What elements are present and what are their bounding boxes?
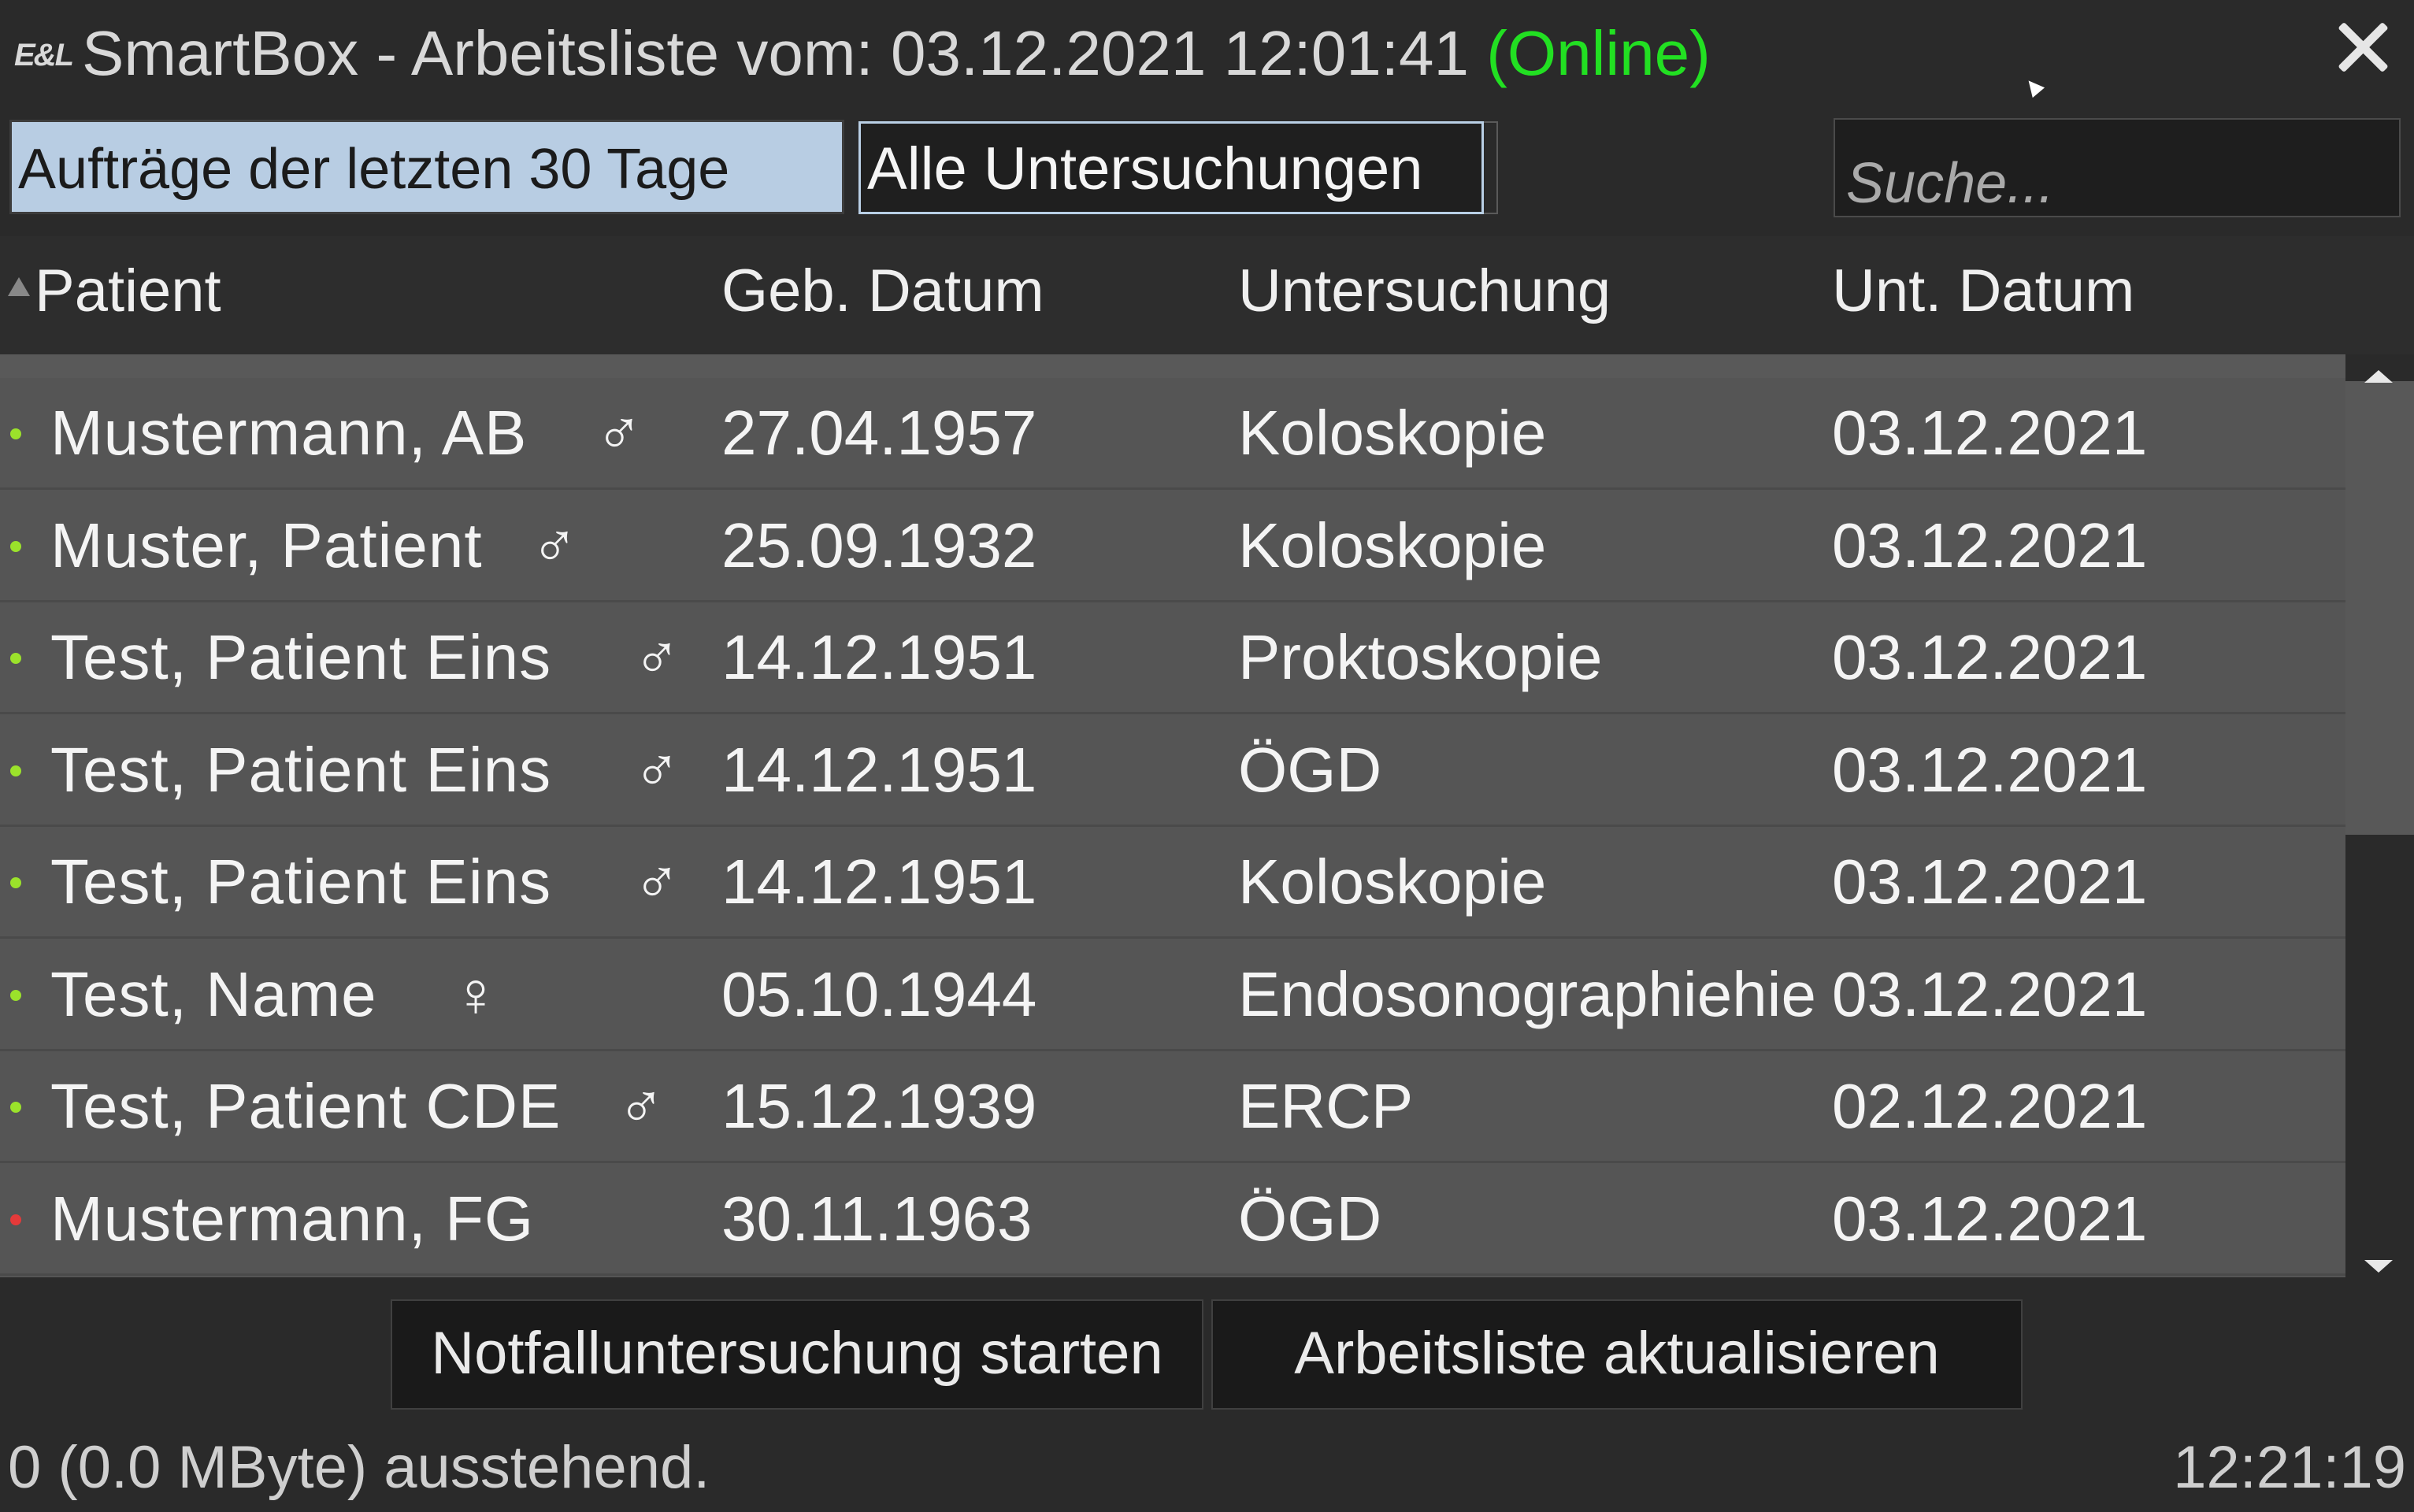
birth-date: 27.04.1957	[721, 398, 1037, 468]
male-icon: ♂	[531, 510, 578, 580]
birth-date: 25.09.1932	[721, 510, 1037, 580]
scrollbar-thumb[interactable]	[2345, 381, 2414, 835]
column-header-birthdate[interactable]: Geb. Datum	[721, 257, 1044, 325]
patient-name: Test, Patient Eins	[50, 734, 552, 805]
status-dot-icon	[10, 1214, 21, 1225]
window-title-text: SmartBox - Arbeitsliste vom: 03.12.2021 …	[82, 18, 1469, 88]
examination: ÖGD	[1238, 734, 1382, 805]
exam-date: 03.12.2021	[1832, 958, 2148, 1029]
examination: Koloskopie	[1238, 847, 1547, 917]
birth-date: 30.11.1963	[721, 1183, 1033, 1254]
exam-type-filter-dropdown[interactable]: Alle Untersuchungen	[858, 121, 1484, 214]
table-partial-row	[0, 354, 2345, 380]
scroll-down-icon[interactable]	[2364, 1260, 2393, 1273]
birth-date: 14.12.1951	[721, 734, 1037, 805]
status-dot-icon	[10, 989, 21, 1001]
status-dot-icon	[10, 877, 21, 888]
male-icon: ♂	[617, 1071, 665, 1141]
patient-name: Test, Patient Eins	[50, 622, 552, 692]
start-emergency-exam-button[interactable]: Notfalluntersuchung starten	[391, 1299, 1203, 1410]
table-row[interactable]: Mustermann, FG 30.11.1963 ÖGD 03.12.2021	[0, 1163, 2345, 1276]
birth-date: 14.12.1951	[721, 622, 1037, 692]
patient-name: Mustermann, AB	[50, 398, 528, 468]
examination: Koloskopie	[1238, 510, 1547, 580]
sort-ascending-icon	[8, 277, 30, 296]
clock: 12:21:19	[2173, 1434, 2406, 1501]
refresh-worklist-button[interactable]: Arbeitsliste aktualisieren	[1211, 1299, 2023, 1410]
column-header-patient[interactable]: Patient	[35, 257, 221, 325]
exam-date: 03.12.2021	[1832, 398, 2148, 468]
window-title: SmartBox - Arbeitsliste vom: 03.12.2021 …	[82, 17, 1711, 90]
column-header-examination[interactable]: Untersuchung	[1238, 257, 1611, 325]
table-row[interactable]: Test, Patient Eins ♂ 14.12.1951 Koloskopie 0…	[0, 827, 2345, 939]
table-row[interactable]: Test, Patient CDE ♂ 15.12.1939 ERCP 02.12.20…	[0, 1051, 2345, 1163]
exam-date: 03.12.2021	[1832, 1183, 2148, 1254]
patient-name: Test, Patient Eins	[50, 847, 552, 917]
search-input[interactable]: Suche...	[1834, 118, 2401, 217]
table-row[interactable]: Mustermann, AB ♂ 27.04.1957 Koloskopie 03.12…	[0, 378, 2345, 490]
status-dot-icon	[10, 540, 21, 552]
male-icon: ♂	[633, 847, 680, 917]
birth-date: 05.10.1944	[721, 958, 1037, 1029]
pending-status-text: 0 (0.0 MByte) ausstehend.	[8, 1434, 710, 1501]
table-row[interactable]: Test, Name ♀ 05.10.1944 Endosonographiehie 0…	[0, 939, 2345, 1051]
examination: ÖGD	[1238, 1183, 1382, 1254]
examination: Proktoskopie	[1238, 622, 1603, 692]
patient-name: Test, Patient CDE	[50, 1071, 562, 1141]
status-dot-icon	[10, 428, 21, 439]
scroll-up-icon[interactable]	[2364, 370, 2393, 383]
exam-date: 03.12.2021	[1832, 847, 2148, 917]
table-row[interactable]: Test, Patient Eins ♂ 14.12.1951 ÖGD 03.12.20…	[0, 714, 2345, 827]
column-header-exam-date[interactable]: Unt. Datum	[1832, 257, 2134, 325]
patient-name: Mustermann, FG	[50, 1183, 535, 1254]
status-dot-icon	[10, 1102, 21, 1113]
patient-name: Muster, Patient	[50, 510, 483, 580]
exam-date: 03.12.2021	[1832, 510, 2148, 580]
connection-status: (Online)	[1486, 18, 1711, 88]
birth-date: 14.12.1951	[721, 847, 1037, 917]
status-dot-icon	[10, 653, 21, 664]
exam-filter-edge	[1484, 121, 1498, 214]
patient-name: Test, Name	[50, 958, 377, 1029]
table-row[interactable]: Test, Patient Eins ♂ 14.12.1951 Proktoskopi…	[0, 602, 2345, 714]
app-logo: E&L	[14, 38, 74, 72]
male-icon: ♂	[633, 734, 680, 805]
examination: Endosonographiehie	[1238, 958, 1816, 1029]
examination: ERCP	[1238, 1071, 1414, 1141]
male-icon: ♂	[633, 622, 680, 692]
period-filter-dropdown[interactable]: Aufträge der letzten 30 Tage	[9, 120, 844, 214]
status-dot-icon	[10, 765, 21, 776]
female-icon: ♀	[452, 958, 499, 1029]
exam-date: 03.12.2021	[1832, 734, 2148, 805]
birth-date: 15.12.1939	[721, 1071, 1037, 1141]
exam-date: 02.12.2021	[1832, 1071, 2148, 1141]
examination: Koloskopie	[1238, 398, 1547, 468]
table-row[interactable]: Muster, Patient ♂ 25.09.1932 Koloskopie 03.1…	[0, 490, 2345, 602]
close-icon[interactable]	[2334, 19, 2390, 76]
exam-date: 03.12.2021	[1832, 622, 2148, 692]
male-icon: ♂	[595, 398, 643, 468]
